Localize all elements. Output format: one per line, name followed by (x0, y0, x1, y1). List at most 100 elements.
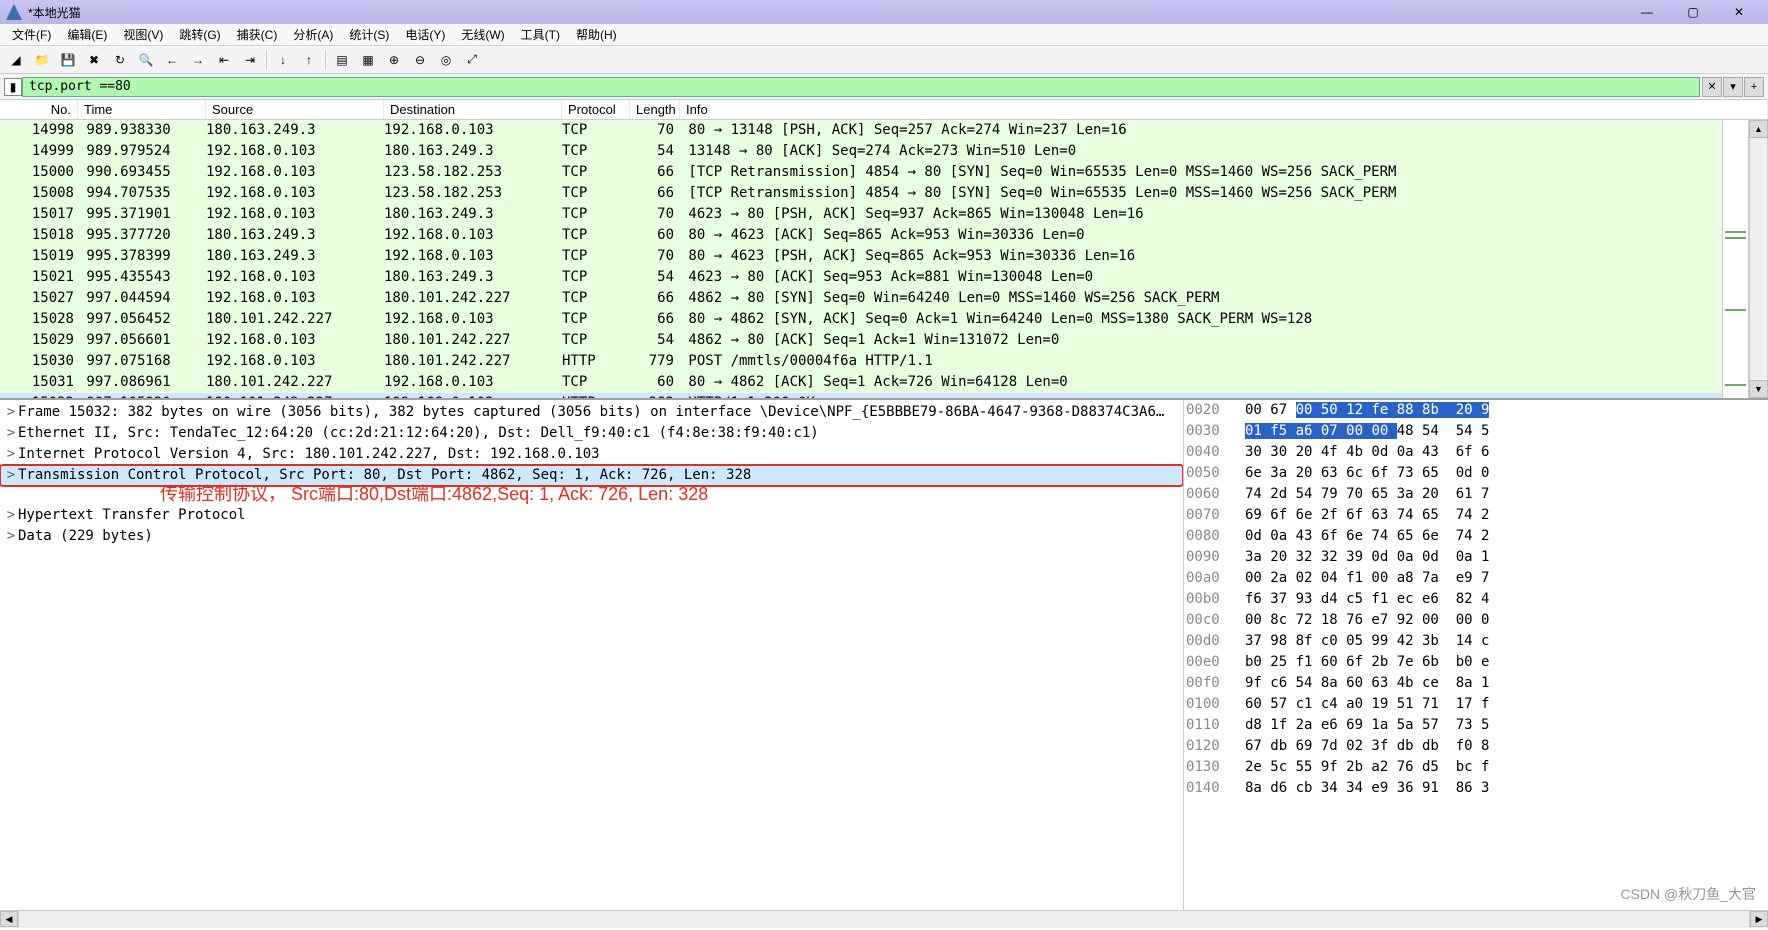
arrow-up-icon[interactable]: ↑ (297, 48, 321, 72)
hex-row[interactable]: 0060 74 2d 54 79 70 65 3a 20 61 7 (1186, 484, 1768, 505)
packet-row[interactable]: 15030 997.075168192.168.0.103180.101.242… (0, 351, 1722, 372)
packet-row[interactable]: 15000 990.693455192.168.0.103123.58.182.… (0, 162, 1722, 183)
packet-minimap[interactable] (1722, 120, 1748, 398)
close-icon[interactable]: ✖ (82, 48, 106, 72)
packet-row[interactable]: 14998 989.938330180.163.249.3192.168.0.1… (0, 120, 1722, 141)
hex-row[interactable]: 00e0 b0 25 f1 60 6f 2b 7e 6b b0 e (1186, 652, 1768, 673)
zoom-in-icon[interactable]: ⊕ (382, 48, 406, 72)
detail-tree-item[interactable]: > Data (229 bytes) (0, 526, 1183, 547)
menu-item[interactable]: 捕获(C) (229, 24, 286, 45)
menu-item[interactable]: 工具(T) (513, 24, 568, 45)
menu-item[interactable]: 统计(S) (341, 24, 397, 45)
hex-row[interactable]: 00d0 37 98 8f c0 05 99 42 3b 14 c (1186, 631, 1768, 652)
hex-dump-pane[interactable]: 0020 00 67 00 50 12 fe 88 8b 20 90030 01… (1184, 400, 1768, 910)
horizontal-scrollbar[interactable]: ◀ ▶ (0, 910, 1768, 928)
col-info[interactable]: Info (680, 100, 1768, 119)
menu-item[interactable]: 跳转(G) (171, 24, 228, 45)
maximize-button[interactable]: ▢ (1670, 0, 1716, 24)
hex-row[interactable]: 0090 3a 20 32 32 39 0d 0a 0d 0a 1 (1186, 547, 1768, 568)
detail-tree-item[interactable]: > Transmission Control Protocol, Src Por… (0, 465, 1183, 486)
packet-details-pane[interactable]: > Frame 15032: 382 bytes on wire (3056 b… (0, 400, 1184, 910)
expand-icon[interactable]: > (4, 465, 18, 486)
col-src[interactable]: Source (206, 100, 384, 119)
detail-tree-item[interactable]: > Frame 15032: 382 bytes on wire (3056 b… (0, 402, 1183, 423)
scroll-track[interactable] (1749, 138, 1768, 380)
hex-row[interactable]: 0110 d8 1f 2a e6 69 1a 5a 57 73 5 (1186, 715, 1768, 736)
detail-tree-item[interactable]: > Ethernet II, Src: TendaTec_12:64:20 (c… (0, 423, 1183, 444)
menu-item[interactable]: 分析(A) (285, 24, 341, 45)
menu-item[interactable]: 无线(W) (453, 24, 512, 45)
menu-item[interactable]: 视图(V) (115, 24, 171, 45)
hex-row[interactable]: 0140 8a d6 cb 34 34 e9 36 91 86 3 (1186, 778, 1768, 799)
hex-row[interactable]: 0030 01 f5 a6 07 00 00 48 54 54 5 (1186, 421, 1768, 442)
detail-tree-item[interactable]: > Internet Protocol Version 4, Src: 180.… (0, 444, 1183, 465)
packet-row[interactable]: 15027 997.044594192.168.0.103180.101.242… (0, 288, 1722, 309)
folder-icon[interactable]: 📁 (30, 48, 54, 72)
packet-row[interactable]: 15028 997.056452180.101.242.227192.168.0… (0, 309, 1722, 330)
col-proto[interactable]: Protocol (562, 100, 630, 119)
hex-row[interactable]: 0050 6e 3a 20 63 6c 6f 73 65 0d 0 (1186, 463, 1768, 484)
filter-clear-button[interactable]: ✕ (1702, 77, 1722, 97)
hex-row[interactable]: 0070 69 6f 6e 2f 6f 63 74 65 74 2 (1186, 505, 1768, 526)
packet-row[interactable]: 15019 995.378399180.163.249.3192.168.0.1… (0, 246, 1722, 267)
scroll-left-icon[interactable]: ◀ (0, 911, 18, 927)
detail-tree-item[interactable]: > Hypertext Transfer Protocol (0, 505, 1183, 526)
packet-row[interactable]: 15008 994.707535192.168.0.103123.58.182.… (0, 183, 1722, 204)
col-len[interactable]: Length (630, 100, 680, 119)
resize-icon[interactable]: ⤢ (460, 48, 484, 72)
hscroll-track[interactable] (18, 911, 1750, 928)
zoom-fit-icon[interactable]: ◎ (434, 48, 458, 72)
scroll-right-icon[interactable]: ▶ (1750, 911, 1768, 927)
display-filter-input[interactable] (22, 77, 1700, 97)
hex-row[interactable]: 00f0 9f c6 54 8a 60 63 4b ce 8a 1 (1186, 673, 1768, 694)
reload-icon[interactable]: ↻ (108, 48, 132, 72)
expand-icon[interactable]: > (4, 505, 18, 526)
col-dst[interactable]: Destination (384, 100, 562, 119)
expand-icon[interactable]: > (4, 402, 18, 423)
hex-row[interactable]: 0020 00 67 00 50 12 fe 88 8b 20 9 (1186, 400, 1768, 421)
hex-row[interactable]: 00c0 00 8c 72 18 76 e7 92 00 00 0 (1186, 610, 1768, 631)
col-time[interactable]: Time (78, 100, 206, 119)
scroll-down-icon[interactable]: ▼ (1749, 380, 1768, 398)
menu-item[interactable]: 文件(F) (4, 24, 59, 45)
packet-row[interactable]: 14999 989.979524192.168.0.103180.163.249… (0, 141, 1722, 162)
hex-row[interactable]: 00b0 f6 37 93 d4 c5 f1 ec e6 82 4 (1186, 589, 1768, 610)
packet-row[interactable]: 15032 997.105920180.101.242.227192.168.0… (0, 393, 1722, 398)
packet-list[interactable]: 14998 989.938330180.163.249.3192.168.0.1… (0, 120, 1722, 398)
col-no[interactable]: No. (0, 100, 78, 119)
scroll-up-icon[interactable]: ▲ (1749, 120, 1768, 138)
packet-list-scrollbar[interactable]: ▲ ▼ (1748, 120, 1768, 398)
minimize-button[interactable]: — (1624, 0, 1670, 24)
expand-icon[interactable]: > (4, 526, 18, 547)
expand-icon[interactable]: > (4, 423, 18, 444)
arrow-down-icon[interactable]: ↓ (271, 48, 295, 72)
hex-row[interactable]: 00a0 00 2a 02 04 f1 00 a8 7a e9 7 (1186, 568, 1768, 589)
packet-row[interactable]: 15017 995.371901192.168.0.103180.163.249… (0, 204, 1722, 225)
palette-icon[interactable]: ▦ (356, 48, 380, 72)
columns-icon[interactable]: ▤ (330, 48, 354, 72)
filter-add-button[interactable]: + (1744, 77, 1764, 97)
hex-row[interactable]: 0120 67 db 69 7d 02 3f db db f0 8 (1186, 736, 1768, 757)
expand-icon[interactable]: > (4, 444, 18, 465)
filter-bookmark-icon[interactable]: ▮ (4, 78, 22, 96)
arrow-jump-right-icon[interactable]: ⇥ (238, 48, 262, 72)
arrow-right-icon[interactable]: → (186, 48, 210, 72)
hex-row[interactable]: 0040 30 30 20 4f 4b 0d 0a 43 6f 6 (1186, 442, 1768, 463)
packet-row[interactable]: 15018 995.377720180.163.249.3192.168.0.1… (0, 225, 1722, 246)
close-button[interactable]: ✕ (1716, 0, 1762, 24)
hex-row[interactable]: 0100 60 57 c1 c4 a0 19 51 71 17 f (1186, 694, 1768, 715)
find-icon[interactable]: 🔍 (134, 48, 158, 72)
hex-row[interactable]: 0080 0d 0a 43 6f 6e 74 65 6e 74 2 (1186, 526, 1768, 547)
zoom-out-icon[interactable]: ⊖ (408, 48, 432, 72)
filter-apply-button[interactable]: ▾ (1723, 77, 1743, 97)
packet-row[interactable]: 15029 997.056601192.168.0.103180.101.242… (0, 330, 1722, 351)
save-icon[interactable]: 💾 (56, 48, 80, 72)
hex-row[interactable]: 0130 2e 5c 55 9f 2b a2 76 d5 bc f (1186, 757, 1768, 778)
arrow-jump-left-icon[interactable]: ⇤ (212, 48, 236, 72)
menu-item[interactable]: 帮助(H) (568, 24, 625, 45)
menu-item[interactable]: 编辑(E) (59, 24, 115, 45)
arrow-left-icon[interactable]: ← (160, 48, 184, 72)
packet-row[interactable]: 15021 995.435543192.168.0.103180.163.249… (0, 267, 1722, 288)
shark-icon[interactable]: ◢ (4, 48, 28, 72)
menu-item[interactable]: 电话(Y) (397, 24, 453, 45)
